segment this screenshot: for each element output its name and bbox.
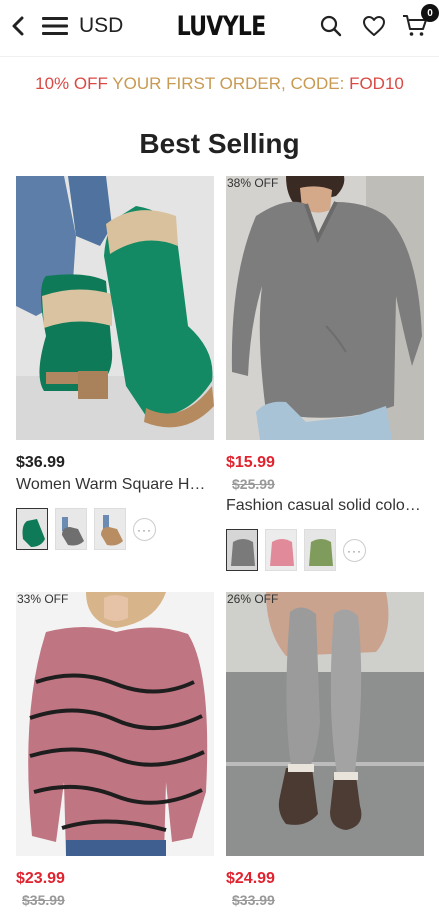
original-price: $35.99 — [22, 892, 65, 908]
promo-text: YOUR FIRST ORDER, CODE: — [112, 74, 350, 93]
header-divider — [0, 56, 439, 57]
product-image[interactable] — [226, 592, 424, 856]
product-image[interactable] — [226, 176, 424, 440]
original-price: $25.99 — [232, 476, 275, 492]
product-price: $24.99 — [226, 870, 275, 887]
color-swatch-pink[interactable] — [265, 529, 297, 571]
product-image[interactable] — [16, 592, 214, 856]
color-swatch-grey[interactable] — [226, 529, 258, 571]
promo-discount: 10% OFF — [35, 74, 113, 93]
brand-logo[interactable]: LUVYLE — [177, 10, 267, 42]
product-card[interactable]: 26% OFF $24.99 $33.99 — [226, 592, 424, 912]
cart-count-badge: 0 — [421, 4, 439, 22]
more-colors-button[interactable]: ··· — [133, 518, 156, 541]
section-title: Best Selling — [139, 128, 300, 159]
product-price: $36.99 — [16, 454, 65, 471]
product-name[interactable]: Women Warm Square Heel Mid-Calf Boots — [16, 476, 214, 494]
color-swatch-tan[interactable] — [94, 508, 126, 550]
product-card[interactable]: $36.99 Women Warm Square Heel Mid-Calf B… — [16, 176, 214, 556]
product-card[interactable]: 38% OFF $15.99 $25.99 Fashion casual sol… — [226, 176, 424, 576]
color-swatch-green[interactable] — [16, 508, 48, 550]
product-name[interactable]: Fashion casual solid color V-neck top — [226, 497, 424, 515]
promo-code: FOD10 — [349, 74, 404, 93]
discount-badge: 26% OFF — [227, 592, 279, 606]
search-icon[interactable] — [318, 12, 344, 40]
back-icon[interactable] — [6, 12, 30, 40]
menu-icon[interactable] — [40, 13, 70, 39]
discount-badge: 33% OFF — [17, 592, 69, 606]
original-price: $33.99 — [232, 892, 275, 908]
promo-banner[interactable]: 10% OFF YOUR FIRST ORDER, CODE: FOD10 — [0, 74, 439, 94]
heart-icon[interactable] — [361, 12, 387, 40]
more-colors-button[interactable]: ··· — [343, 539, 366, 562]
color-swatch-green[interactable] — [304, 529, 336, 571]
product-card[interactable]: 33% OFF $23.99 $35.99 — [16, 592, 214, 912]
product-image[interactable] — [16, 176, 214, 440]
top-header: USD LUVYLE 0 — [0, 0, 439, 54]
currency-selector[interactable]: USD — [79, 12, 123, 40]
discount-badge: 38% OFF — [227, 176, 279, 190]
color-swatch-grey[interactable] — [55, 508, 87, 550]
product-price: $15.99 — [226, 454, 275, 471]
product-price: $23.99 — [16, 870, 65, 887]
